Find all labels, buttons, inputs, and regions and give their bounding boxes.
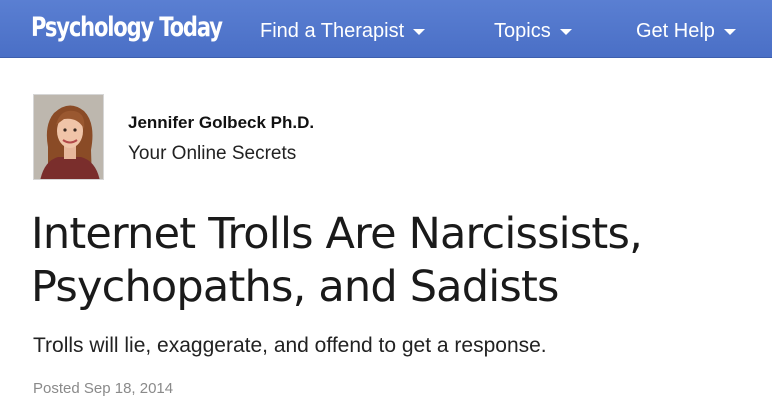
caret-down-icon (413, 29, 426, 35)
nav-get-help[interactable]: Get Help (636, 19, 736, 43)
blog-name-link[interactable]: Your Online Secrets (128, 143, 296, 165)
author-portrait-image (34, 95, 103, 179)
nav-get-help-label: Get Help (636, 20, 715, 42)
nav-find-a-therapist-label: Find a Therapist (260, 20, 405, 42)
author-avatar[interactable] (33, 94, 104, 180)
author-name-link[interactable]: Jennifer Golbeck Ph.D. (128, 113, 314, 133)
caret-down-icon (559, 29, 572, 35)
caret-down-icon (723, 29, 736, 35)
nav-topics-label: Topics (494, 20, 551, 42)
posted-date: Posted Sep 18, 2014 (33, 380, 174, 397)
article-title: Internet Trolls Are Narcissists, Psychop… (31, 209, 643, 312)
article-subtitle: Trolls will lie, exaggerate, and offend … (33, 334, 547, 357)
top-navigation-bar: Psychology Today Find a Therapist Topics… (0, 0, 772, 58)
nav-find-a-therapist[interactable]: Find a Therapist (260, 19, 426, 43)
nav-menu: Find a Therapist Topics Get Help (0, 0, 772, 57)
nav-topics[interactable]: Topics (494, 19, 572, 43)
